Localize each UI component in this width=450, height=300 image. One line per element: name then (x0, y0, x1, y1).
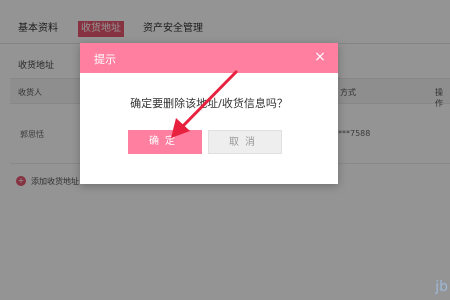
close-icon[interactable]: × (312, 49, 328, 65)
confirm-dialog: 提示 × 确定要删除该地址/收货信息吗？ 确定 取消 (80, 43, 338, 184)
dialog-header: 提示 × (80, 43, 338, 73)
dialog-message: 确定要删除该地址/收货信息吗？ (130, 97, 288, 110)
dialog-title: 提示 (94, 53, 116, 66)
cancel-button[interactable]: 取消 (208, 130, 282, 154)
confirm-button[interactable]: 确定 (128, 130, 202, 154)
watermark: jb (435, 279, 448, 295)
